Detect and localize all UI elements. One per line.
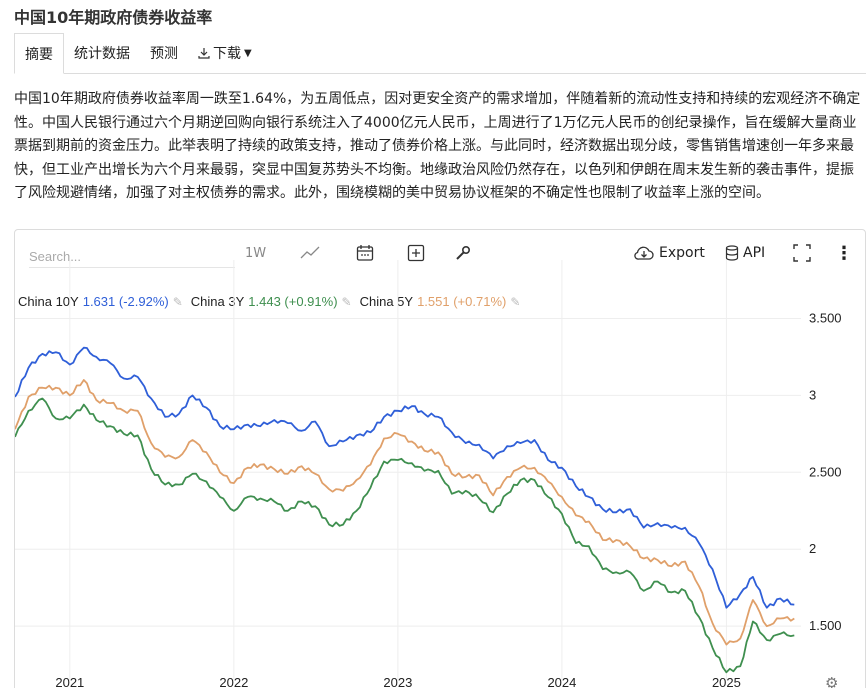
tab-bar: 摘要 统计数据 预测 下载 ▼ bbox=[14, 33, 866, 74]
x-tick-label: 2022 bbox=[219, 675, 248, 688]
x-tick-label: 2021 bbox=[55, 675, 84, 688]
chart-panel: 1W Export API ⋮ China 10Y 1.631 (-2.92%) bbox=[14, 229, 866, 688]
series-line-china-5y[interactable] bbox=[15, 379, 795, 646]
tab-download-label: 下载 bbox=[213, 46, 241, 62]
tab-forecast-label: 预测 bbox=[150, 46, 178, 62]
summary-text: 中国10年期政府债券收益率周一跌至1.64%，为五周低点，因对更安全资产的需求增… bbox=[14, 91, 861, 201]
series-line-china-10y[interactable] bbox=[15, 346, 795, 609]
gear-icon[interactable]: ⚙ bbox=[825, 674, 838, 688]
page-title: 中国10年期政府债券收益率 bbox=[14, 8, 213, 27]
x-tick-label: 2024 bbox=[547, 675, 576, 688]
tab-download[interactable]: 下载 ▼ bbox=[188, 33, 262, 73]
y-tick-label: 2 bbox=[809, 541, 816, 556]
download-icon bbox=[198, 48, 210, 59]
tab-forecast[interactable]: 预测 bbox=[140, 33, 188, 73]
chart-plot[interactable]: 1.500 2 2.500 3 3.500 2021 2022 2023 2024 2025 ⚙ bbox=[15, 230, 866, 688]
y-tick-label: 1.500 bbox=[809, 618, 842, 633]
tab-summary-label: 摘要 bbox=[25, 46, 53, 63]
tab-statistics-label: 统计数据 bbox=[74, 46, 130, 62]
y-tick-label: 3 bbox=[809, 387, 816, 402]
y-tick-label: 3.500 bbox=[809, 310, 842, 325]
x-tick-label: 2023 bbox=[383, 675, 412, 688]
tab-summary[interactable]: 摘要 bbox=[14, 33, 64, 74]
y-tick-label: 2.500 bbox=[809, 464, 842, 479]
x-tick-label: 2025 bbox=[712, 675, 741, 688]
series-line-china-3y[interactable] bbox=[15, 397, 795, 674]
caret-down-icon: ▼ bbox=[244, 47, 252, 59]
tab-statistics[interactable]: 统计数据 bbox=[64, 33, 140, 73]
